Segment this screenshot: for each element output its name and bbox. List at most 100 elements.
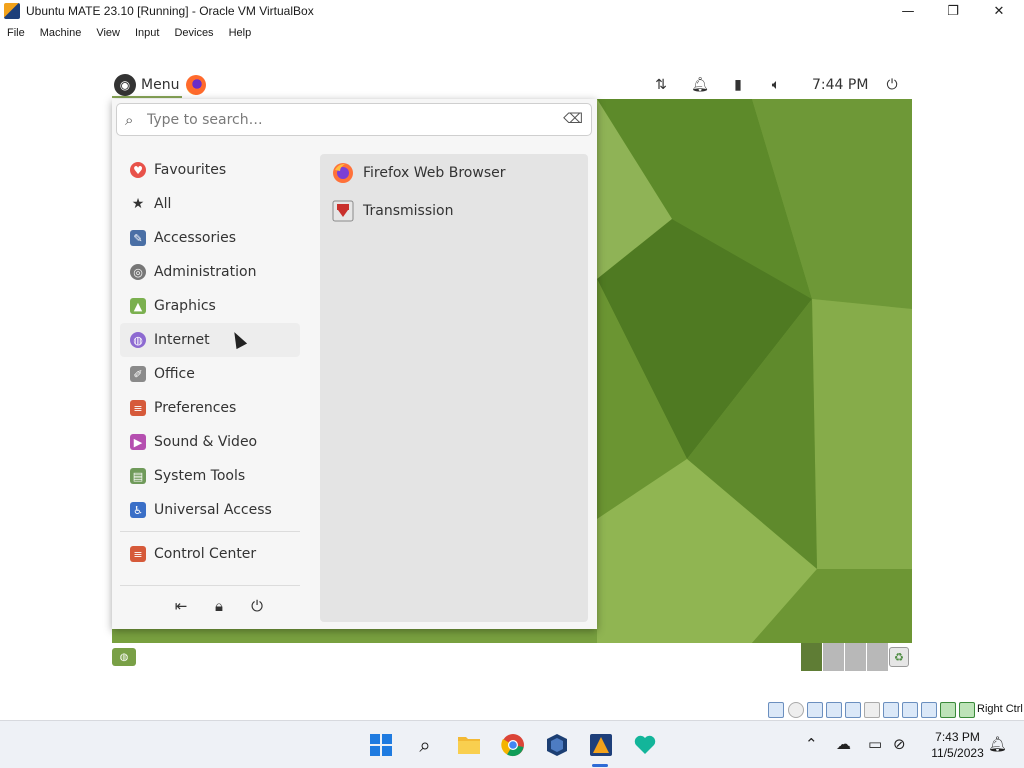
close-button[interactable]: ✕ <box>976 0 1022 22</box>
trash-icon[interactable]: ♻ <box>889 647 909 667</box>
clear-search-icon[interactable]: ⌫ <box>563 111 583 127</box>
chrome-icon[interactable] <box>499 731 527 759</box>
category-accessories[interactable]: ✎ Accessories <box>120 221 300 255</box>
volume-muted-icon[interactable]: ⊘ <box>893 735 906 753</box>
virtualbox-vm-icon[interactable] <box>587 731 615 759</box>
keyboard-capture-icon[interactable] <box>959 702 975 718</box>
file-explorer-icon[interactable] <box>455 731 483 759</box>
menu-input[interactable]: Input <box>128 27 167 39</box>
menu-file[interactable]: File <box>0 27 33 39</box>
category-favourites[interactable]: ♥ Favourites <box>120 153 300 187</box>
search-icon[interactable]: ⌕ <box>411 731 439 759</box>
minimize-button[interactable]: — <box>885 0 931 22</box>
universal-access-icon: ♿︎ <box>130 502 146 518</box>
hard-disk-icon[interactable] <box>768 702 784 718</box>
heart-icon: ♥ <box>130 162 146 178</box>
window-title: Ubuntu MATE 23.10 [Running] - Oracle VM … <box>26 4 314 18</box>
recording-icon[interactable] <box>902 702 918 718</box>
transmission-icon <box>332 200 354 222</box>
lock-icon[interactable]: 🔒︎ <box>200 597 238 615</box>
internet-icon: ◍ <box>130 332 146 348</box>
audio-icon[interactable] <box>807 702 823 718</box>
menu-active-indicator <box>112 96 182 98</box>
session-buttons: ⇤ 🔒︎ ⏻ <box>162 597 276 615</box>
administration-icon: ◎ <box>130 264 146 280</box>
category-universal-access[interactable]: ♿︎ Universal Access <box>120 493 300 527</box>
network-icon[interactable]: ⇅ <box>652 76 670 94</box>
shared-folders-icon[interactable] <box>864 702 880 718</box>
heart-app-icon[interactable] <box>631 731 659 759</box>
app-firefox[interactable]: Firefox Web Browser <box>320 156 588 190</box>
power-icon[interactable]: ⏻ <box>883 76 901 94</box>
category-all[interactable]: ★ All <box>120 187 300 221</box>
firefox-launcher-icon[interactable] <box>186 75 206 95</box>
host-key-label: Right Ctrl <box>977 703 1023 715</box>
menu-help[interactable]: Help <box>222 27 260 39</box>
panel-clock[interactable]: 7:44 PM <box>812 77 868 93</box>
category-internet[interactable]: ◍ Internet <box>120 323 300 357</box>
mate-top-panel: ◉ Menu ⇅ 🔔︎ ▮ 🔈︎ 7:44 PM ⏻ <box>112 72 912 98</box>
taskbar-date: 11/5/2023 <box>931 746 984 760</box>
application-list: Firefox Web Browser Transmission <box>320 154 588 622</box>
category-preferences[interactable]: ≡ Preferences <box>120 391 300 425</box>
vbox-menubar: File Machine View Input Devices Help <box>0 22 1024 44</box>
category-separator <box>120 531 300 532</box>
control-center-icon: ≡ <box>130 546 146 562</box>
app-transmission[interactable]: Transmission <box>320 194 588 228</box>
device-icon[interactable]: ▭ <box>868 735 882 753</box>
preferences-icon: ≡ <box>130 400 146 416</box>
start-icon[interactable] <box>367 731 395 759</box>
usb-icon[interactable] <box>845 702 861 718</box>
virtualbox-icon[interactable] <box>543 731 571 759</box>
mouse-integration-icon[interactable] <box>940 702 956 718</box>
star-icon: ★ <box>131 196 145 212</box>
virtualbox-app-icon <box>4 3 20 19</box>
category-sound-video[interactable]: ▶ Sound & Video <box>120 425 300 459</box>
workspace-2[interactable] <box>823 643 844 671</box>
mate-logo-icon[interactable]: ◉ <box>114 74 136 96</box>
optical-drive-icon[interactable] <box>788 702 804 718</box>
menu-button[interactable]: Menu <box>141 77 179 93</box>
search-icon: ⌕ <box>125 111 134 129</box>
workspace-1[interactable] <box>801 643 822 671</box>
show-desktop-button[interactable]: ◍ <box>112 648 136 666</box>
menu-view[interactable]: View <box>89 27 128 39</box>
maximize-button[interactable]: ❐ <box>930 0 976 22</box>
power-icon[interactable]: ⏻ <box>238 597 276 615</box>
bottom-separator <box>120 585 300 586</box>
taskbar-time: 7:43 PM <box>935 730 980 744</box>
network-adapter-icon[interactable] <box>826 702 842 718</box>
taskbar-clock[interactable]: 7:43 PM 11/5/2023 <box>930 729 985 761</box>
workspace-3[interactable] <box>845 643 866 671</box>
mate-application-menu: ⌕ ⌫ ♥ Favourites ★ All ✎ Accessories ◎ A… <box>112 99 597 629</box>
workspace-4[interactable] <box>867 643 888 671</box>
category-system-tools[interactable]: ▤ System Tools <box>120 459 300 493</box>
system-tools-icon: ▤ <box>130 468 146 484</box>
office-icon: ✐ <box>130 366 146 382</box>
firefox-icon <box>333 163 353 183</box>
sound-video-icon: ▶ <box>130 434 146 450</box>
control-center-item[interactable]: ≡ Control Center <box>120 537 300 571</box>
control-center-section: ≡ Control Center <box>120 537 300 571</box>
show-hidden-icons-icon[interactable]: ⌃ <box>805 735 818 753</box>
menu-search-box[interactable]: ⌕ ⌫ <box>116 103 592 136</box>
menu-machine[interactable]: Machine <box>33 27 90 39</box>
menu-search-input[interactable] <box>147 110 547 130</box>
notification-bell-icon[interactable]: 🔔︎ <box>988 735 1007 753</box>
display-icon[interactable] <box>883 702 899 718</box>
battery-icon[interactable]: ▮ <box>729 76 747 94</box>
windows-taskbar: ⌕ ⌃ ☁ ▭ ⊘ 7:43 PM 11/5/2023 🔔︎ <box>0 720 1024 768</box>
category-graphics[interactable]: ▲ Graphics <box>120 289 300 323</box>
cpu-icon[interactable] <box>921 702 937 718</box>
category-office[interactable]: ✐ Office <box>120 357 300 391</box>
notification-bell-icon[interactable]: 🔔︎ <box>691 76 709 94</box>
graphics-icon: ▲ <box>130 298 146 314</box>
active-app-indicator <box>592 764 608 767</box>
volume-icon[interactable]: 🔈︎ <box>767 76 785 94</box>
accessories-icon: ✎ <box>130 230 146 246</box>
onedrive-icon[interactable]: ☁ <box>836 735 851 753</box>
logout-icon[interactable]: ⇤ <box>162 597 200 615</box>
window-titlebar: Ubuntu MATE 23.10 [Running] - Oracle VM … <box>0 0 1024 22</box>
category-administration[interactable]: ◎ Administration <box>120 255 300 289</box>
menu-devices[interactable]: Devices <box>167 27 221 39</box>
